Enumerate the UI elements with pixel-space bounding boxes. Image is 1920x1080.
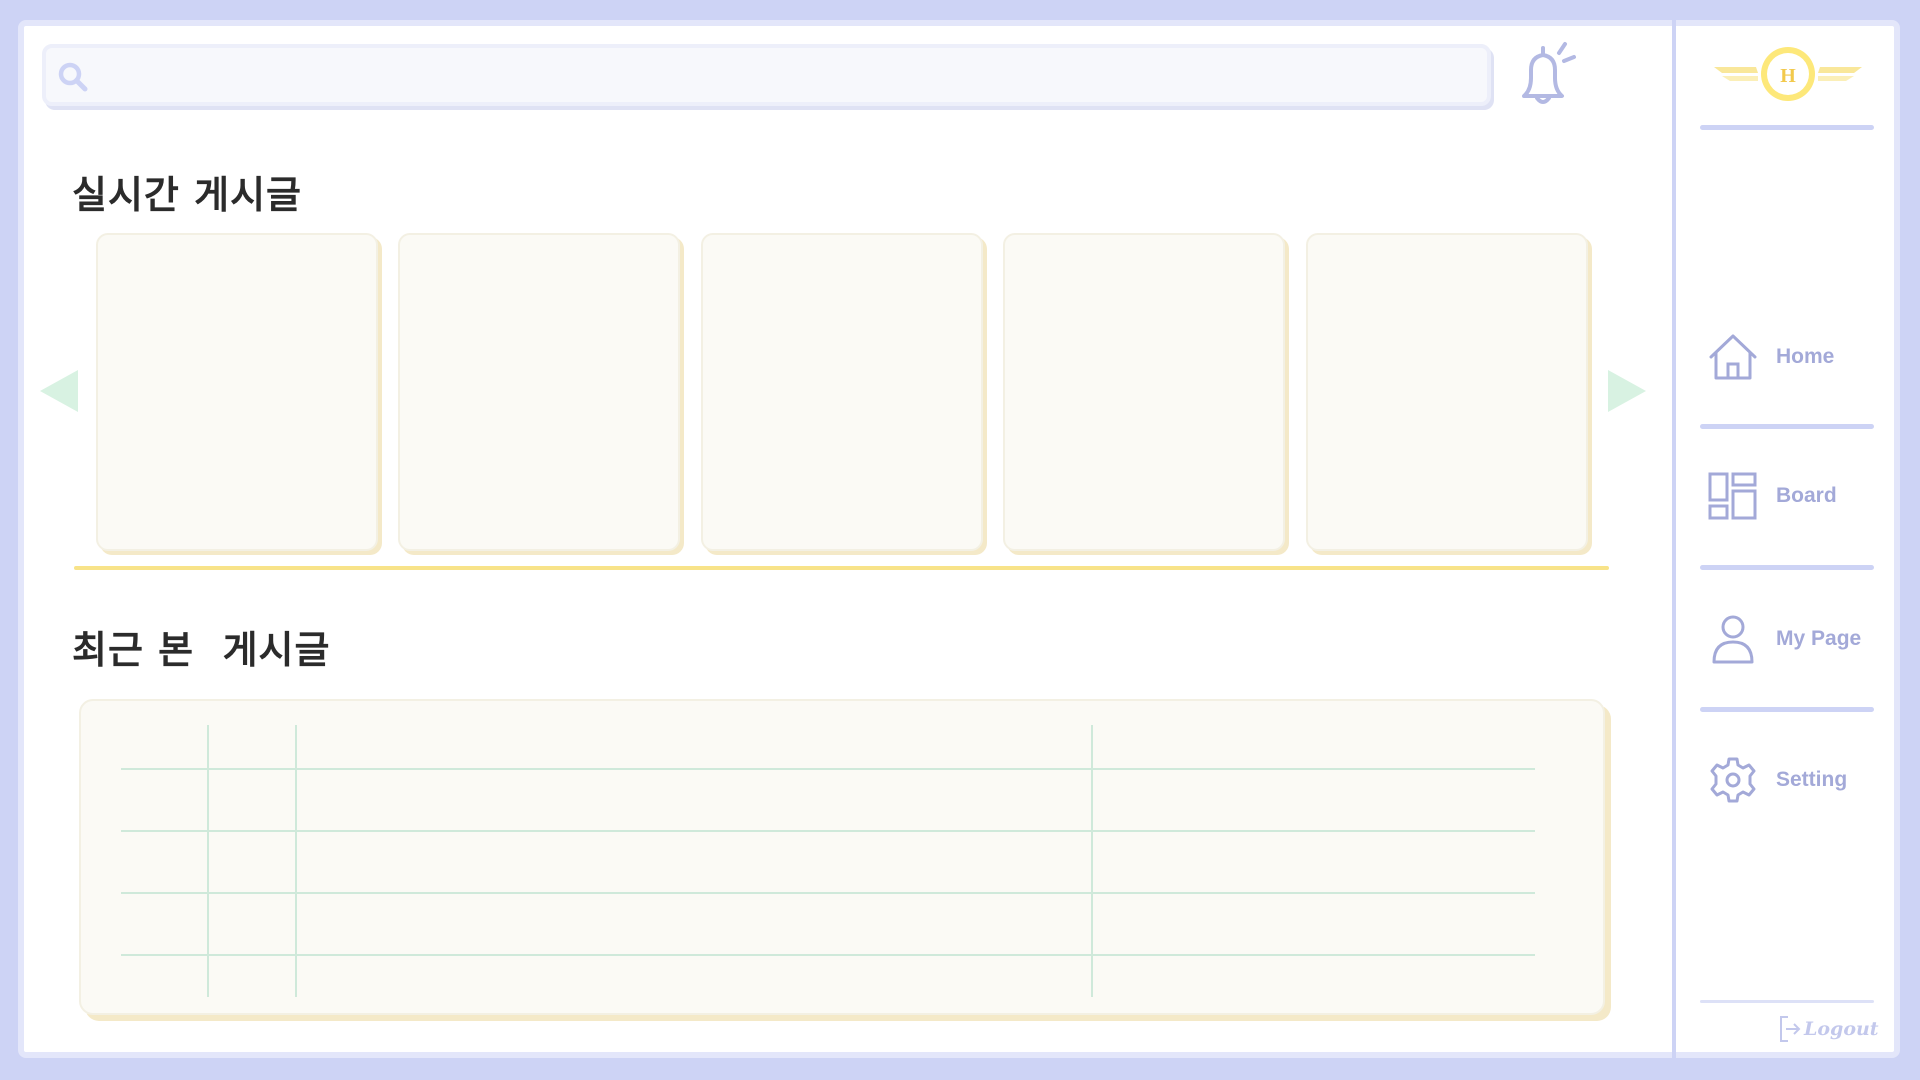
realtime-post-card[interactable] — [701, 233, 983, 551]
carousel-prev-arrow-icon[interactable] — [38, 368, 80, 414]
table-column-divider — [207, 725, 209, 997]
table-row[interactable] — [121, 768, 1535, 770]
sidebar-item-label: Home — [1776, 345, 1835, 368]
logo-letter: H — [1780, 65, 1796, 87]
table-column-divider — [1091, 725, 1093, 997]
recent-posts-title: 최근 본 게시글 — [72, 628, 331, 672]
sidebar-separator — [1700, 1000, 1874, 1003]
board-icon — [1708, 472, 1757, 520]
home-icon — [1709, 334, 1757, 380]
table-row[interactable] — [121, 892, 1535, 894]
sidebar-item-my-page[interactable]: My Page — [1706, 604, 1876, 674]
logo[interactable]: H — [1708, 40, 1868, 110]
sidebar-separator — [1700, 565, 1874, 570]
realtime-post-card[interactable] — [1306, 233, 1588, 551]
sidebar-item-label: Board — [1776, 484, 1837, 507]
logout-label: Logout — [1804, 1018, 1879, 1040]
recent-posts-table — [79, 699, 1605, 1015]
sidebar-item-setting[interactable]: Setting — [1706, 745, 1876, 815]
gear-icon — [1710, 757, 1756, 803]
sidebar-item-label: Setting — [1776, 768, 1848, 791]
search-icon — [58, 62, 88, 92]
carousel-next-arrow-icon[interactable] — [1606, 368, 1648, 414]
sidebar-item-board[interactable]: Board — [1706, 461, 1876, 531]
realtime-posts-title: 실시간 게시글 — [72, 173, 302, 217]
section-divider — [74, 566, 1609, 570]
search-bar[interactable] — [42, 44, 1491, 106]
sidebar-item-label: My Page — [1776, 627, 1862, 650]
bell-icon[interactable] — [1514, 40, 1584, 110]
table-row[interactable] — [121, 830, 1535, 832]
realtime-post-card[interactable] — [96, 233, 378, 551]
sidebar-separator — [1700, 125, 1874, 130]
search-input[interactable] — [98, 52, 1477, 98]
sidebar-separator — [1700, 707, 1874, 712]
sidebar-separator — [1700, 424, 1874, 429]
logout-button[interactable]: Logout — [1778, 1012, 1888, 1046]
table-row[interactable] — [121, 954, 1535, 956]
realtime-post-card[interactable] — [398, 233, 680, 551]
sidebar-divider — [1672, 20, 1676, 1058]
user-icon — [1712, 615, 1754, 664]
realtime-post-card[interactable] — [1003, 233, 1285, 551]
sidebar-item-home[interactable]: Home — [1706, 322, 1876, 392]
table-column-divider — [295, 725, 297, 997]
logout-icon — [1780, 1016, 1801, 1042]
